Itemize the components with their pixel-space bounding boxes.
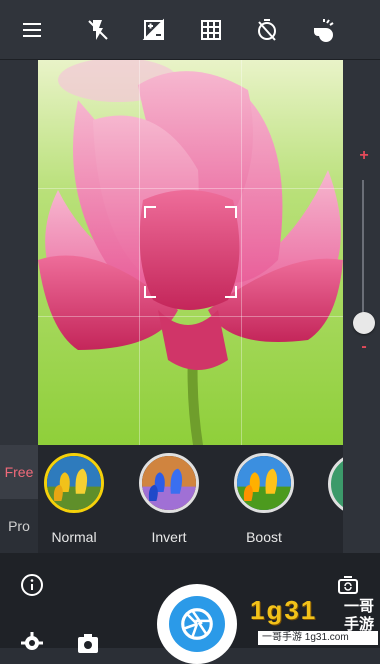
filter-normal-label: Normal	[51, 529, 97, 545]
left-panel	[0, 60, 38, 445]
grid-line-v2	[241, 60, 242, 445]
camera-preview[interactable]	[38, 60, 343, 445]
exposure-icon[interactable]	[138, 14, 170, 46]
whistle-icon[interactable]	[308, 14, 340, 46]
filter-invert[interactable]: Invert	[138, 453, 200, 553]
filter-normal-thumbnail	[44, 453, 104, 513]
menu-icon[interactable]	[16, 14, 48, 46]
zoom-out-button[interactable]: -	[352, 338, 376, 356]
settings-gear-icon[interactable]	[18, 629, 46, 657]
filter-next-peek[interactable]	[328, 453, 343, 515]
aperture-icon	[169, 596, 225, 652]
filter-boost-thumbnail	[234, 453, 294, 513]
grid-line-h1	[38, 188, 343, 189]
bottom-bar: 1g31 一哥 手游 一哥手游 1g31.com	[0, 553, 380, 664]
filter-invert-label: Invert	[151, 529, 187, 545]
filter-boost-label: Boost	[246, 529, 282, 545]
filter-normal[interactable]: Normal	[43, 453, 105, 553]
zoom-slider-thumb[interactable]	[353, 312, 375, 334]
zoom-slider-track[interactable]	[362, 180, 364, 330]
filter-bar-right-panel	[343, 445, 380, 553]
shutter-button[interactable]	[157, 584, 237, 664]
watermark-brand: 1g31	[250, 595, 318, 625]
grid-icon[interactable]	[195, 14, 227, 46]
zoom-in-button[interactable]: +	[352, 147, 376, 165]
info-icon[interactable]	[18, 571, 46, 599]
flash-off-icon[interactable]	[82, 14, 114, 46]
watermark-logo: 1g31 一哥 手游 一哥手游 1g31.com	[248, 593, 380, 648]
top-toolbar	[0, 0, 380, 60]
grid-line-h2	[38, 316, 343, 317]
filter-boost[interactable]: Boost	[233, 453, 295, 553]
filter-invert-thumbnail	[139, 453, 199, 513]
mode-pro-tab[interactable]: Pro	[0, 499, 38, 553]
focus-frame	[144, 206, 237, 298]
grid-line-v1	[139, 60, 140, 445]
watermark-url: 一哥手游 1g31.com	[258, 631, 378, 645]
camera-mode-icon[interactable]	[74, 629, 102, 657]
filter-bar: Free Pro Normal Invert Boost	[0, 445, 380, 553]
timer-off-icon[interactable]	[251, 14, 283, 46]
mode-free-tab[interactable]: Free	[0, 445, 38, 499]
